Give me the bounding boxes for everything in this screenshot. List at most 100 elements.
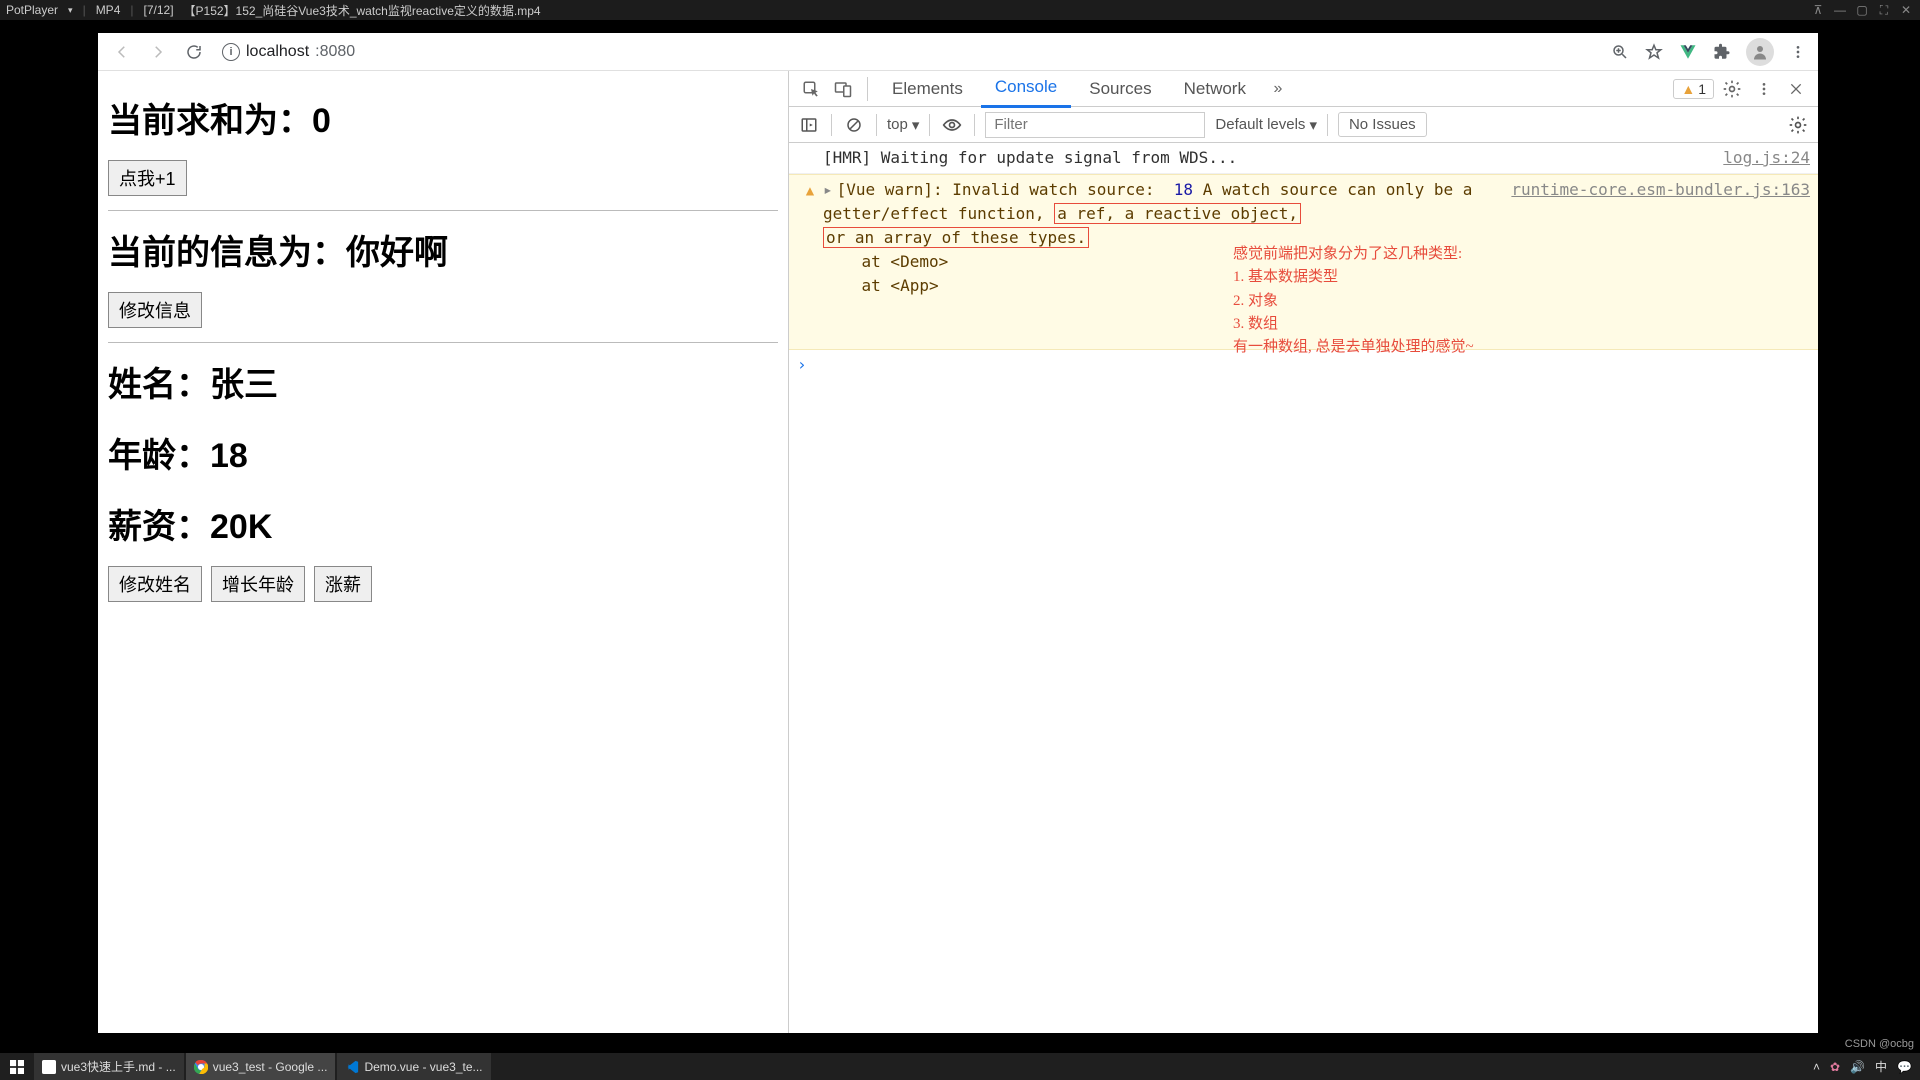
inspect-icon[interactable] (797, 75, 825, 103)
taskbar-item[interactable]: vue3快速上手.md - ... (34, 1053, 184, 1080)
divider (108, 210, 778, 211)
ime-indicator[interactable]: 中 (1875, 1058, 1887, 1075)
close-icon[interactable]: ✕ (1898, 2, 1914, 18)
clear-console-icon[interactable] (842, 113, 866, 137)
salary-heading: 薪资：20K (108, 499, 778, 548)
chrome-window: i localhost :8080 当前求和为：0 点我+1 当前的信息为：你好啊… (98, 33, 1818, 1033)
console-settings-icon[interactable] (1786, 113, 1810, 137)
vscode-icon (345, 1060, 359, 1074)
url-port: :8080 (315, 43, 355, 61)
separator: | (83, 3, 86, 17)
volume-icon[interactable]: 🔊 (1850, 1060, 1865, 1074)
taskbar-item[interactable]: Demo.vue - vue3_te... (337, 1053, 490, 1080)
highlight-box: or an array of these types. (823, 227, 1089, 248)
potplayer-titlebar: PotPlayer ▾ | MP4 | [7/12] 【P152】152_尚硅谷… (0, 0, 1920, 20)
log-message: [HMR] Waiting for update signal from WDS… (823, 146, 1711, 170)
live-expression-icon[interactable] (940, 113, 964, 137)
console-sidebar-toggle-icon[interactable] (797, 113, 821, 137)
name-heading: 姓名：张三 (108, 357, 778, 406)
taskbar-item[interactable]: vue3_test - Google ... (186, 1053, 336, 1080)
vue-devtools-icon[interactable] (1678, 42, 1698, 62)
separator (974, 114, 975, 136)
chrome-menu-icon[interactable] (1788, 42, 1808, 62)
system-tray: ˄ ✿ 🔊 中 💬 (1805, 1058, 1920, 1075)
increase-age-button[interactable]: 增长年龄 (211, 566, 305, 602)
tab-sources[interactable]: Sources (1075, 71, 1165, 107)
tab-elements[interactable]: Elements (878, 71, 977, 107)
edit-message-button[interactable]: 修改信息 (108, 292, 202, 328)
log-message: ▸[Vue warn]: Invalid watch source: 18 A … (823, 178, 1499, 346)
page-content: 当前求和为：0 点我+1 当前的信息为：你好啊 修改信息 姓名：张三 年龄：18… (98, 71, 788, 1033)
tray-expand-icon[interactable]: ˄ (1813, 1060, 1820, 1074)
issues-button[interactable]: No Issues (1338, 112, 1427, 137)
msg-heading: 当前的信息为：你好啊 (108, 225, 778, 274)
separator: | (130, 3, 133, 17)
log-entry-warning: ▲ ▸[Vue warn]: Invalid watch source: 18 … (789, 174, 1818, 350)
tray-app-icon[interactable]: ✿ (1830, 1060, 1840, 1074)
console-filter-bar: top▾ Default levels▾ No Issues (789, 107, 1818, 143)
typora-icon (42, 1060, 56, 1074)
chevron-down-icon: ▾ (912, 116, 920, 134)
more-tabs-icon[interactable]: » (1264, 75, 1292, 103)
separator (929, 114, 930, 136)
forward-button[interactable] (144, 38, 172, 66)
raise-salary-button[interactable]: 涨薪 (314, 566, 372, 602)
separator (831, 114, 832, 136)
age-heading: 年龄：18 (108, 428, 778, 477)
warning-icon: ▲ (806, 183, 814, 199)
settings-icon[interactable] (1718, 75, 1746, 103)
bookmark-icon[interactable] (1644, 42, 1664, 62)
chevron-down-icon: ▾ (1309, 116, 1317, 134)
edit-name-button[interactable]: 修改姓名 (108, 566, 202, 602)
close-devtools-icon[interactable] (1782, 75, 1810, 103)
devtools-panel: Elements Console Sources Network » ▲1 (788, 71, 1818, 1033)
video-title: 【P152】152_尚硅谷Vue3技术_watch监视reactive定义的数据… (184, 2, 541, 19)
divider (108, 342, 778, 343)
pin-icon[interactable]: ⊼ (1810, 2, 1826, 18)
separator (876, 114, 877, 136)
user-annotation: 感觉前端把对象分为了这几种类型: 1. 基本数据类型 2. 对象 3. 数组 有… (1233, 243, 1474, 359)
tab-console[interactable]: Console (981, 69, 1071, 108)
console-output: [HMR] Waiting for update signal from WDS… (789, 143, 1818, 1033)
back-button[interactable] (108, 38, 136, 66)
expand-icon[interactable]: ▸ (823, 180, 833, 199)
increment-button[interactable]: 点我+1 (108, 160, 187, 196)
fullscreen-icon[interactable]: ⛶ (1876, 2, 1892, 18)
site-info-icon[interactable]: i (222, 43, 240, 61)
warning-count-badge[interactable]: ▲1 (1673, 79, 1714, 99)
warning-icon: ▲ (1681, 81, 1695, 97)
zoom-icon[interactable] (1610, 42, 1630, 62)
kebab-menu-icon[interactable] (1750, 75, 1778, 103)
format-label: MP4 (96, 3, 121, 17)
filter-input[interactable] (985, 112, 1205, 138)
profile-avatar[interactable] (1746, 38, 1774, 66)
chevron-down-icon[interactable]: ▾ (68, 5, 73, 16)
log-source-link[interactable]: runtime-core.esm-bundler.js:163 (1511, 178, 1810, 346)
devtools-tabs: Elements Console Sources Network » ▲1 (789, 71, 1818, 107)
extensions-icon[interactable] (1712, 42, 1732, 62)
highlight-box: a ref, a reactive object, (1054, 203, 1301, 224)
separator (867, 77, 868, 101)
tab-network[interactable]: Network (1170, 71, 1260, 107)
device-toggle-icon[interactable] (829, 75, 857, 103)
address-bar[interactable]: i localhost :8080 (222, 43, 355, 61)
log-levels-selector[interactable]: Default levels▾ (1215, 116, 1317, 134)
context-selector[interactable]: top▾ (887, 116, 919, 134)
log-entry: [HMR] Waiting for update signal from WDS… (789, 143, 1818, 174)
separator (1327, 114, 1328, 136)
url-host: localhost (246, 43, 309, 61)
chrome-icon (194, 1060, 208, 1074)
watermark: CSDN @ocbg (1845, 1038, 1914, 1050)
sum-heading: 当前求和为：0 (108, 93, 778, 142)
log-source-link[interactable]: log.js:24 (1723, 146, 1810, 170)
chrome-toolbar: i localhost :8080 (98, 33, 1818, 71)
start-button[interactable] (0, 1060, 34, 1074)
reload-button[interactable] (180, 38, 208, 66)
playlist-index: [7/12] (144, 3, 174, 17)
windows-taskbar: vue3快速上手.md - ... vue3_test - Google ...… (0, 1053, 1920, 1080)
video-area: i localhost :8080 当前求和为：0 点我+1 当前的信息为：你好啊… (0, 20, 1920, 1053)
app-name[interactable]: PotPlayer (6, 3, 58, 17)
maximize-icon[interactable]: ▢ (1854, 2, 1870, 18)
notifications-icon[interactable]: 💬 (1897, 1060, 1912, 1074)
minimize-icon[interactable]: — (1832, 2, 1848, 18)
